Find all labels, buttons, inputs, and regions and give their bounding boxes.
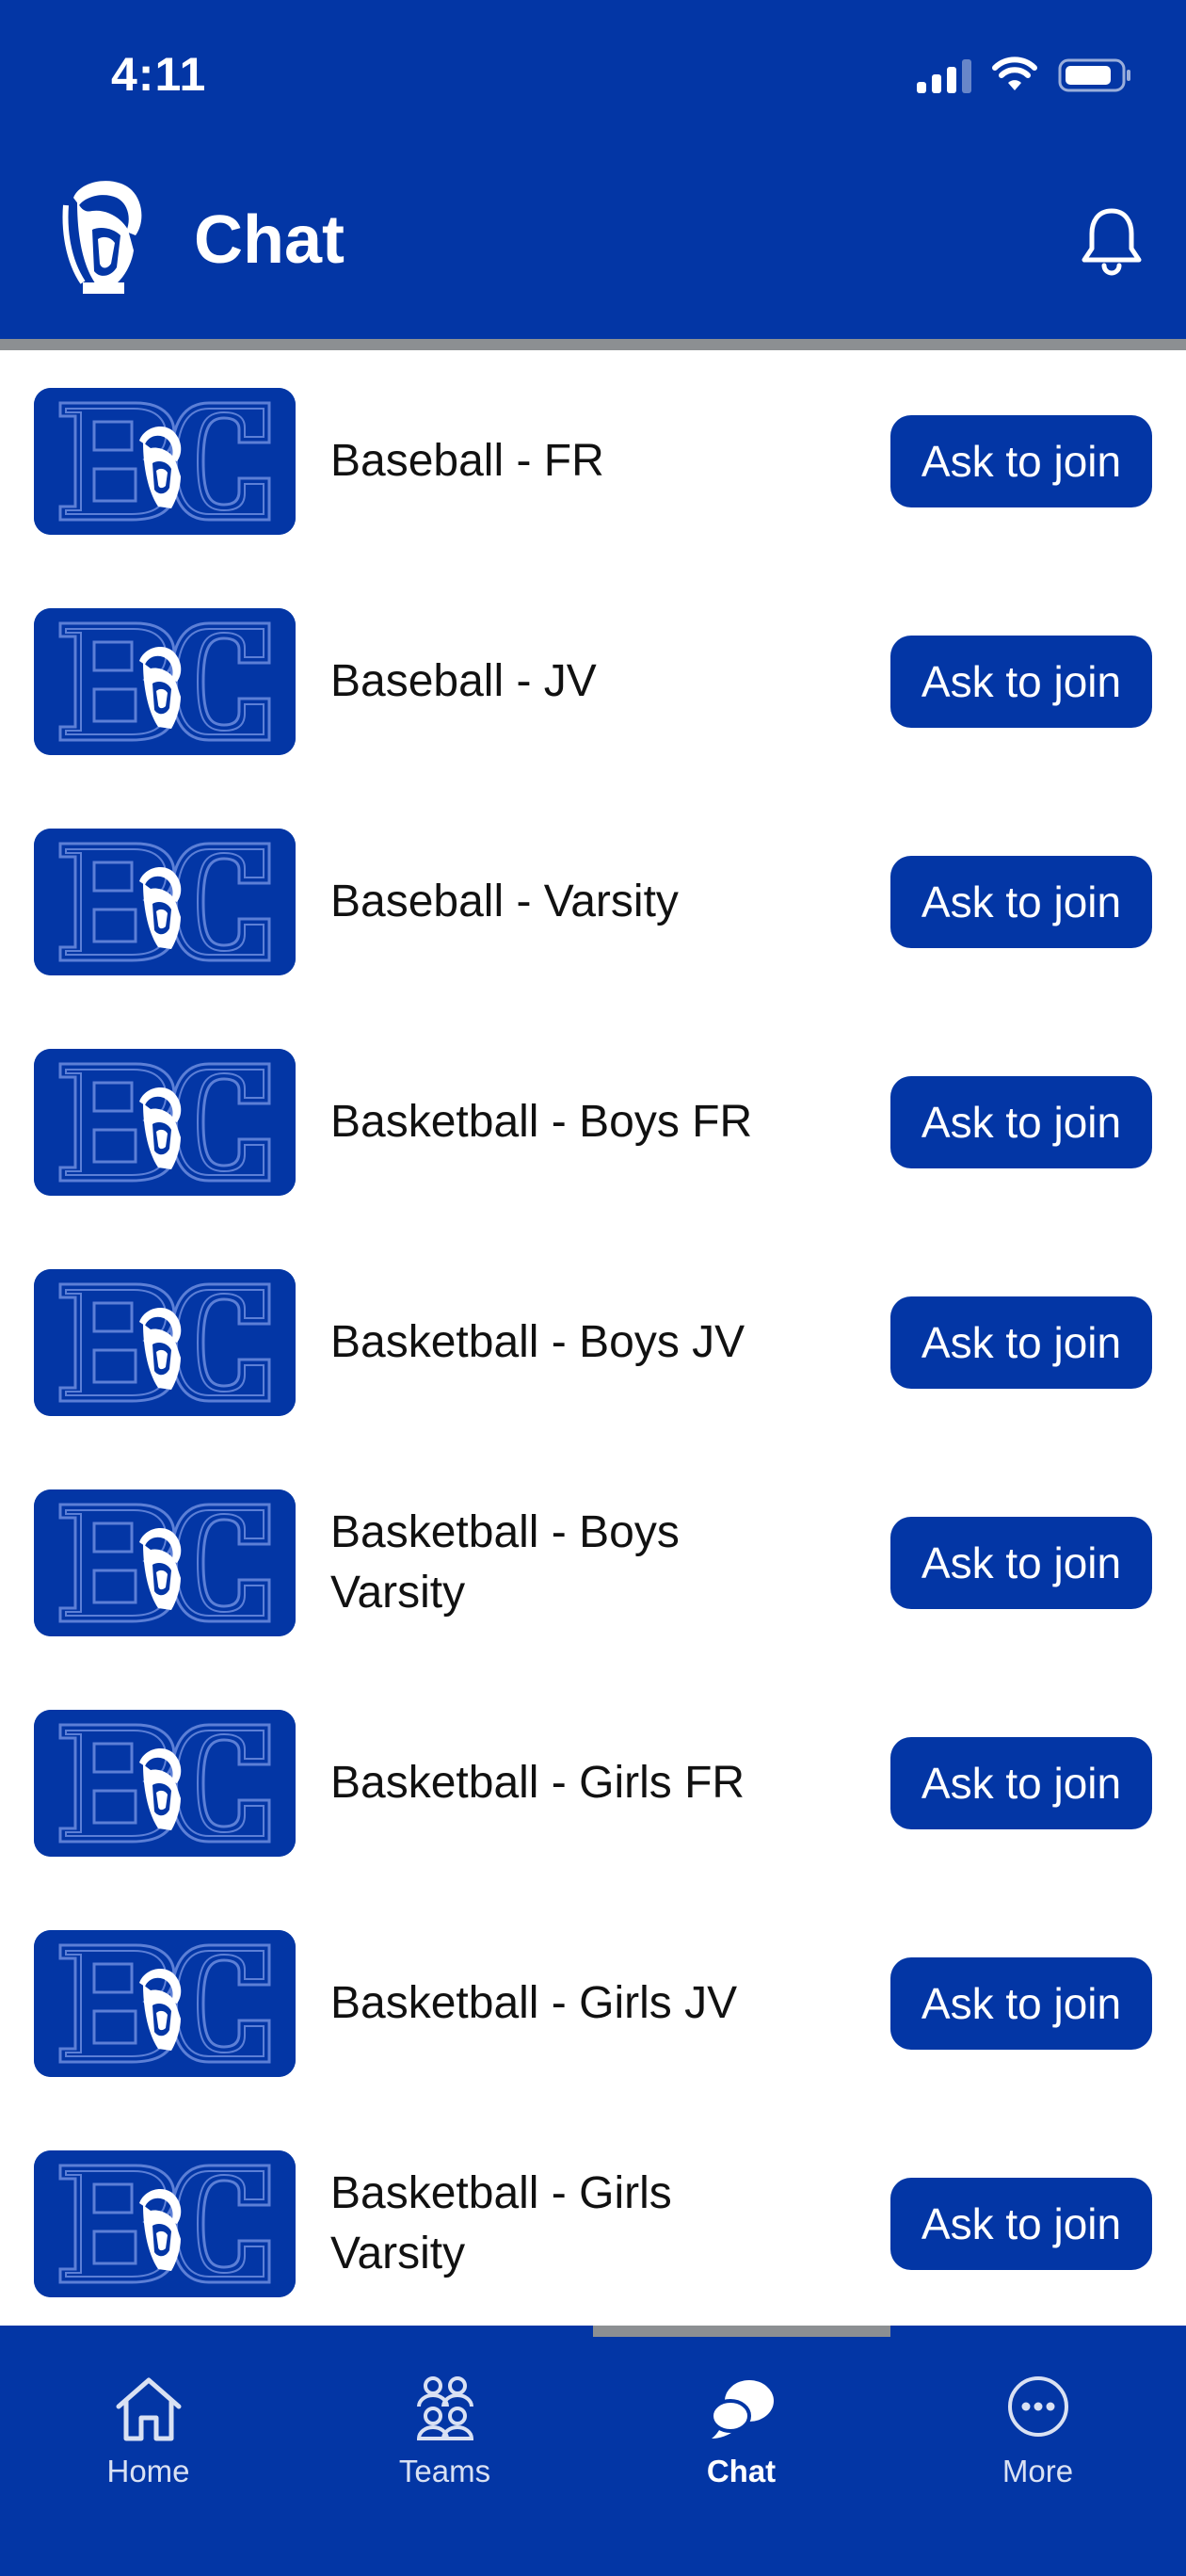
- bottom-navigation: Home Teams Chat More: [0, 2326, 1186, 2576]
- nav-teams[interactable]: Teams: [296, 2373, 593, 2514]
- team-chat-name: Baseball - FR: [330, 436, 604, 486]
- nav-label-teams: Teams: [398, 2454, 491, 2488]
- chat-screen: 4:11 Chat Baseball - FR Ask to join Base…: [0, 0, 1186, 2576]
- ask-to-join-button[interactable]: Ask to join: [890, 1737, 1152, 1829]
- ask-to-join-button[interactable]: Ask to join: [890, 2178, 1152, 2270]
- team-avatar: [34, 1930, 296, 2077]
- team-chat-name: Basketball - Boys FR: [330, 1097, 753, 1147]
- battery-icon: [1058, 58, 1130, 92]
- list-item[interactable]: Baseball - JV Ask to join: [0, 571, 1186, 791]
- ask-to-join-button[interactable]: Ask to join: [890, 1517, 1152, 1609]
- team-chat-name: Baseball - Varsity: [330, 877, 679, 926]
- team-chat-name: Basketball - Girls FR: [330, 1758, 745, 1808]
- team-chat-name: Baseball - JV: [330, 656, 597, 706]
- list-item[interactable]: Baseball - Varsity Ask to join: [0, 791, 1186, 1011]
- team-avatar: [34, 608, 296, 755]
- nav-home[interactable]: Home: [0, 2373, 296, 2514]
- team-avatar: [34, 1710, 296, 1857]
- nav-chat[interactable]: Chat: [593, 2373, 890, 2514]
- list-item[interactable]: Baseball - FR Ask to join: [0, 350, 1186, 571]
- team-avatar: [34, 1489, 296, 1636]
- list-item[interactable]: Basketball - Girls JV Ask to join: [0, 1892, 1186, 2113]
- ask-to-join-button[interactable]: Ask to join: [890, 1957, 1152, 2050]
- team-chat-name: Basketball - Girls JV: [330, 1978, 738, 2028]
- nav-label-more: More: [1002, 2454, 1074, 2488]
- more-icon: [1007, 2376, 1068, 2437]
- list-item[interactable]: Basketball - Girls Varsity Ask to join: [0, 2113, 1186, 2333]
- list-item[interactable]: Basketball - Boys FR Ask to join: [0, 1011, 1186, 1232]
- team-avatar: [34, 1049, 296, 1196]
- nav-more[interactable]: More: [890, 2373, 1186, 2514]
- status-time: 4:11: [111, 48, 207, 101]
- home-icon: [116, 2377, 181, 2441]
- team-chat-name: Basketball - Boys Varsity: [330, 1507, 680, 1618]
- team-avatar: [34, 829, 296, 975]
- page-title: Chat: [194, 202, 345, 278]
- nav-label-chat: Chat: [706, 2454, 777, 2488]
- cellular-signal-icon: [917, 57, 971, 93]
- team-avatar: [34, 2150, 296, 2297]
- teams-icon: [416, 2376, 473, 2440]
- ask-to-join-button[interactable]: Ask to join: [890, 415, 1152, 507]
- ask-to-join-button[interactable]: Ask to join: [890, 1296, 1152, 1389]
- wifi-icon: [992, 56, 1037, 90]
- list-item[interactable]: Basketball - Boys Varsity Ask to join: [0, 1452, 1186, 1672]
- list-item[interactable]: Basketball - Boys JV Ask to join: [0, 1232, 1186, 1452]
- nav-label-home: Home: [106, 2454, 190, 2488]
- ask-to-join-button[interactable]: Ask to join: [890, 856, 1152, 948]
- status-icons: [917, 55, 1133, 96]
- team-chat-name: Basketball - Boys JV: [330, 1317, 745, 1367]
- bell-icon[interactable]: [1079, 205, 1145, 277]
- team-avatar: [34, 388, 296, 535]
- chat-icon: [709, 2380, 774, 2439]
- spartan-helmet-logo: [62, 181, 142, 294]
- team-chat-name: Basketball - Girls Varsity: [330, 2168, 672, 2278]
- team-avatar: [34, 1269, 296, 1416]
- ask-to-join-button[interactable]: Ask to join: [890, 636, 1152, 728]
- header-divider: [0, 339, 1186, 350]
- list-item[interactable]: Basketball - Girls FR Ask to join: [0, 1672, 1186, 1892]
- top-app-bar: 4:11 Chat: [0, 0, 1186, 339]
- active-tab-indicator: [593, 2326, 890, 2337]
- ask-to-join-button[interactable]: Ask to join: [890, 1076, 1152, 1168]
